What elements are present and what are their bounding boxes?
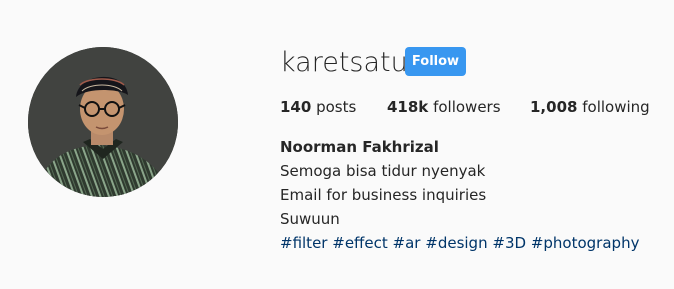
following-count: 1,008	[530, 98, 578, 116]
bio-line: Email for business inquiries	[280, 186, 487, 204]
followers-label: followers	[433, 98, 501, 116]
hashtag-link[interactable]: #design	[425, 234, 487, 252]
avatar-photo	[28, 47, 178, 197]
follow-button[interactable]: Follow	[405, 47, 466, 76]
bio-line: Semoga bisa tidur nyenyak	[280, 162, 486, 180]
profile-avatar[interactable]	[28, 47, 178, 197]
bio-hashtags: #filter #effect #ar #design #3D #photogr…	[280, 231, 639, 255]
stat-posts: 140 posts	[280, 96, 356, 118]
posts-count: 140	[280, 98, 312, 116]
profile-full-name: Noorman Fakhrizal	[280, 138, 439, 156]
hashtag-link[interactable]: #photography	[531, 234, 640, 252]
posts-label: posts	[316, 98, 357, 116]
hashtag-link[interactable]: #ar	[393, 234, 421, 252]
following-label: following	[582, 98, 650, 116]
hashtag-link[interactable]: #filter	[280, 234, 327, 252]
hashtag-link[interactable]: #effect	[332, 234, 388, 252]
followers-count: 418k	[387, 98, 429, 116]
stat-following[interactable]: 1,008 following	[530, 96, 650, 118]
stat-followers[interactable]: 418k followers	[387, 96, 501, 118]
profile-username: karetsatu	[280, 47, 408, 78]
profile-bio: Noorman Fakhrizal Semoga bisa tidur nyen…	[280, 135, 639, 255]
hashtag-link[interactable]: #3D	[492, 234, 526, 252]
bio-line: Suwuun	[280, 210, 340, 228]
